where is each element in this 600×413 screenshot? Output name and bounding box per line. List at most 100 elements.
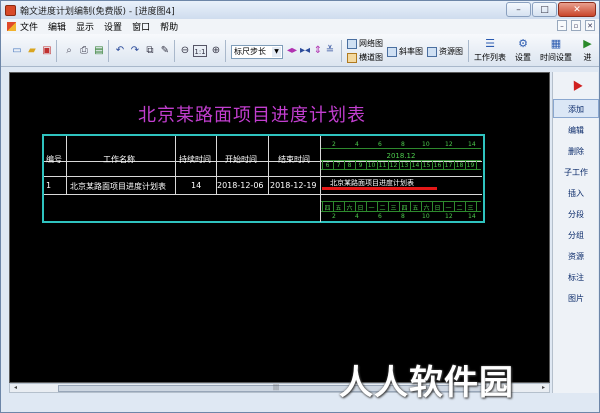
weekday-label: 五 bbox=[412, 205, 419, 212]
redo-icon[interactable]: ↷ bbox=[129, 45, 141, 57]
delete-button[interactable]: 删除 bbox=[553, 142, 599, 161]
menu-settings[interactable]: 设置 bbox=[104, 20, 122, 33]
print-preview-icon[interactable]: ⌕ bbox=[63, 45, 75, 57]
day-label: 6 bbox=[378, 213, 382, 220]
sort-icon[interactable]: ⇕ bbox=[312, 45, 324, 57]
day-label: 12 bbox=[445, 213, 453, 220]
column-divider bbox=[66, 136, 67, 194]
zoom-out-icon[interactable]: ⊖ bbox=[179, 45, 191, 57]
header-task-name: 工作名称 bbox=[103, 155, 135, 164]
add-button[interactable]: 添加 bbox=[553, 99, 599, 118]
watermark: 人人软件园 bbox=[339, 363, 514, 403]
format-painter-icon[interactable]: ✎ bbox=[159, 45, 171, 57]
edit-button[interactable]: 编辑 bbox=[553, 121, 599, 140]
day-label: 2 bbox=[332, 141, 336, 148]
weekday-label: 一 bbox=[445, 205, 452, 212]
task-list-button[interactable]: ☰ 工作列表 bbox=[474, 37, 506, 63]
open-folder-icon[interactable]: ▰ bbox=[26, 45, 38, 57]
toolbar-separator bbox=[341, 40, 342, 62]
scroll-right-icon[interactable]: ▸ bbox=[539, 384, 548, 392]
annotate-button[interactable]: 标注 bbox=[553, 268, 599, 287]
day-label: 12 bbox=[445, 141, 453, 148]
menu-window[interactable]: 窗口 bbox=[132, 20, 150, 33]
weekday-label: 六 bbox=[423, 205, 430, 212]
print-icon[interactable]: ⎙ bbox=[78, 45, 90, 57]
resource-button[interactable]: 资源 bbox=[553, 247, 599, 266]
weekday-label: 二 bbox=[456, 205, 463, 212]
menu-edit[interactable]: 编辑 bbox=[48, 20, 66, 33]
pointer-icon[interactable] bbox=[569, 78, 583, 91]
toolbar-separator bbox=[225, 40, 226, 62]
chevron-down-icon[interactable]: ▼ bbox=[272, 47, 281, 57]
toolbar-separator bbox=[108, 40, 109, 62]
resource-chart-icon bbox=[427, 46, 437, 57]
menu-view[interactable]: 显示 bbox=[76, 20, 94, 33]
image-button[interactable]: 图片 bbox=[553, 289, 599, 308]
timeline-line bbox=[321, 201, 481, 202]
maximize-button[interactable]: □ bbox=[532, 2, 557, 17]
document-icon[interactable] bbox=[7, 22, 16, 31]
row-start: 2018-12-06 bbox=[217, 181, 264, 190]
distribute-icon[interactable]: ≚ bbox=[324, 45, 336, 57]
actual-size-icon[interactable]: 1:1 bbox=[193, 45, 207, 57]
chart-title: 北京某路面项目进度计划表 bbox=[138, 105, 366, 126]
progress-icon: ▶ bbox=[583, 37, 592, 50]
mdi-minimize-button[interactable]: – bbox=[557, 20, 567, 31]
task-bar[interactable] bbox=[322, 187, 437, 190]
toolbar-separator bbox=[174, 40, 175, 62]
calendar-icon: ▦ bbox=[550, 37, 562, 50]
header-end: 结束时间 bbox=[278, 155, 310, 164]
day-label: 4 bbox=[355, 213, 359, 220]
menu-help[interactable]: 帮助 bbox=[160, 20, 178, 33]
network-view-button[interactable]: 网络图 bbox=[347, 38, 383, 49]
expand-scale-icon[interactable]: ▸◂ bbox=[299, 45, 311, 57]
date-label: 15 bbox=[422, 162, 431, 169]
date-label: 12 bbox=[389, 162, 398, 169]
group-button[interactable]: 分组 bbox=[553, 226, 599, 245]
date-label: 19 bbox=[466, 162, 475, 169]
menu-file[interactable]: 文件 bbox=[20, 20, 38, 33]
chart-canvas[interactable]: 北京某路面项目进度计划表 编号 工作名称 持续时间 开始时间 结束时间 1 北京… bbox=[9, 72, 550, 383]
subtask-button[interactable]: 子工作 bbox=[553, 163, 599, 182]
day-label: 6 bbox=[378, 141, 382, 148]
date-label: 10 bbox=[367, 162, 376, 169]
progress-button[interactable]: ▶ 进 bbox=[581, 37, 594, 63]
undo-icon[interactable]: ↶ bbox=[114, 45, 126, 57]
row-task-name[interactable]: 北京某路面项目进度计划表 bbox=[70, 181, 166, 192]
weekday-label: 日 bbox=[434, 205, 441, 212]
gantt-view-button[interactable]: 横道图 bbox=[347, 52, 383, 63]
ruler-step-select[interactable]: 标尺步长 ▼ bbox=[231, 45, 283, 59]
shrink-scale-icon[interactable]: ◂▸ bbox=[286, 45, 298, 57]
toolbar: ▭ ▰ ▣ ⌕ ⎙ ▤ ↶ ↷ ⧉ ✎ ⊖ 1:1 ⊕ 标尺步长 ▼ ◂▸ ▸◂… bbox=[1, 34, 599, 67]
mdi-restore-button[interactable]: ▫ bbox=[571, 20, 581, 31]
save-icon[interactable]: ▣ bbox=[41, 45, 53, 57]
date-label: 9 bbox=[358, 162, 363, 169]
close-button[interactable]: ✕ bbox=[558, 2, 596, 17]
segment-button[interactable]: 分段 bbox=[553, 205, 599, 224]
day-label: 10 bbox=[422, 141, 430, 148]
column-divider bbox=[175, 136, 176, 194]
day-label: 10 bbox=[422, 213, 430, 220]
list-icon: ☰ bbox=[485, 37, 495, 50]
header-duration: 持续时间 bbox=[179, 155, 211, 164]
row-duration: 14 bbox=[191, 181, 202, 190]
header-id: 编号 bbox=[46, 155, 62, 164]
export-icon[interactable]: ▤ bbox=[93, 45, 105, 57]
settings-button[interactable]: ⚙ 设置 bbox=[515, 37, 531, 63]
time-settings-button[interactable]: ▦ 时间设置 bbox=[540, 37, 572, 63]
insert-button[interactable]: 插入 bbox=[553, 184, 599, 203]
resource-view-button[interactable]: 资源图 bbox=[427, 46, 463, 57]
zoom-in-icon[interactable]: ⊕ bbox=[210, 45, 222, 57]
minimize-button[interactable]: – bbox=[506, 2, 531, 17]
date-label: 13 bbox=[400, 162, 409, 169]
app-icon bbox=[5, 4, 16, 16]
title-bar: 翰文进度计划编制(免费版) - [进度图4] – □ ✕ bbox=[1, 1, 599, 19]
date-label: 8 bbox=[347, 162, 352, 169]
copy-icon[interactable]: ⧉ bbox=[144, 45, 156, 57]
mdi-close-button[interactable]: ✕ bbox=[585, 20, 595, 31]
scroll-left-icon[interactable]: ◂ bbox=[11, 384, 20, 392]
day-label: 14 bbox=[468, 141, 476, 148]
new-file-icon[interactable]: ▭ bbox=[11, 45, 23, 57]
slope-view-button[interactable]: 斜率图 bbox=[387, 46, 423, 57]
row-end: 2018-12-19 bbox=[270, 181, 317, 190]
